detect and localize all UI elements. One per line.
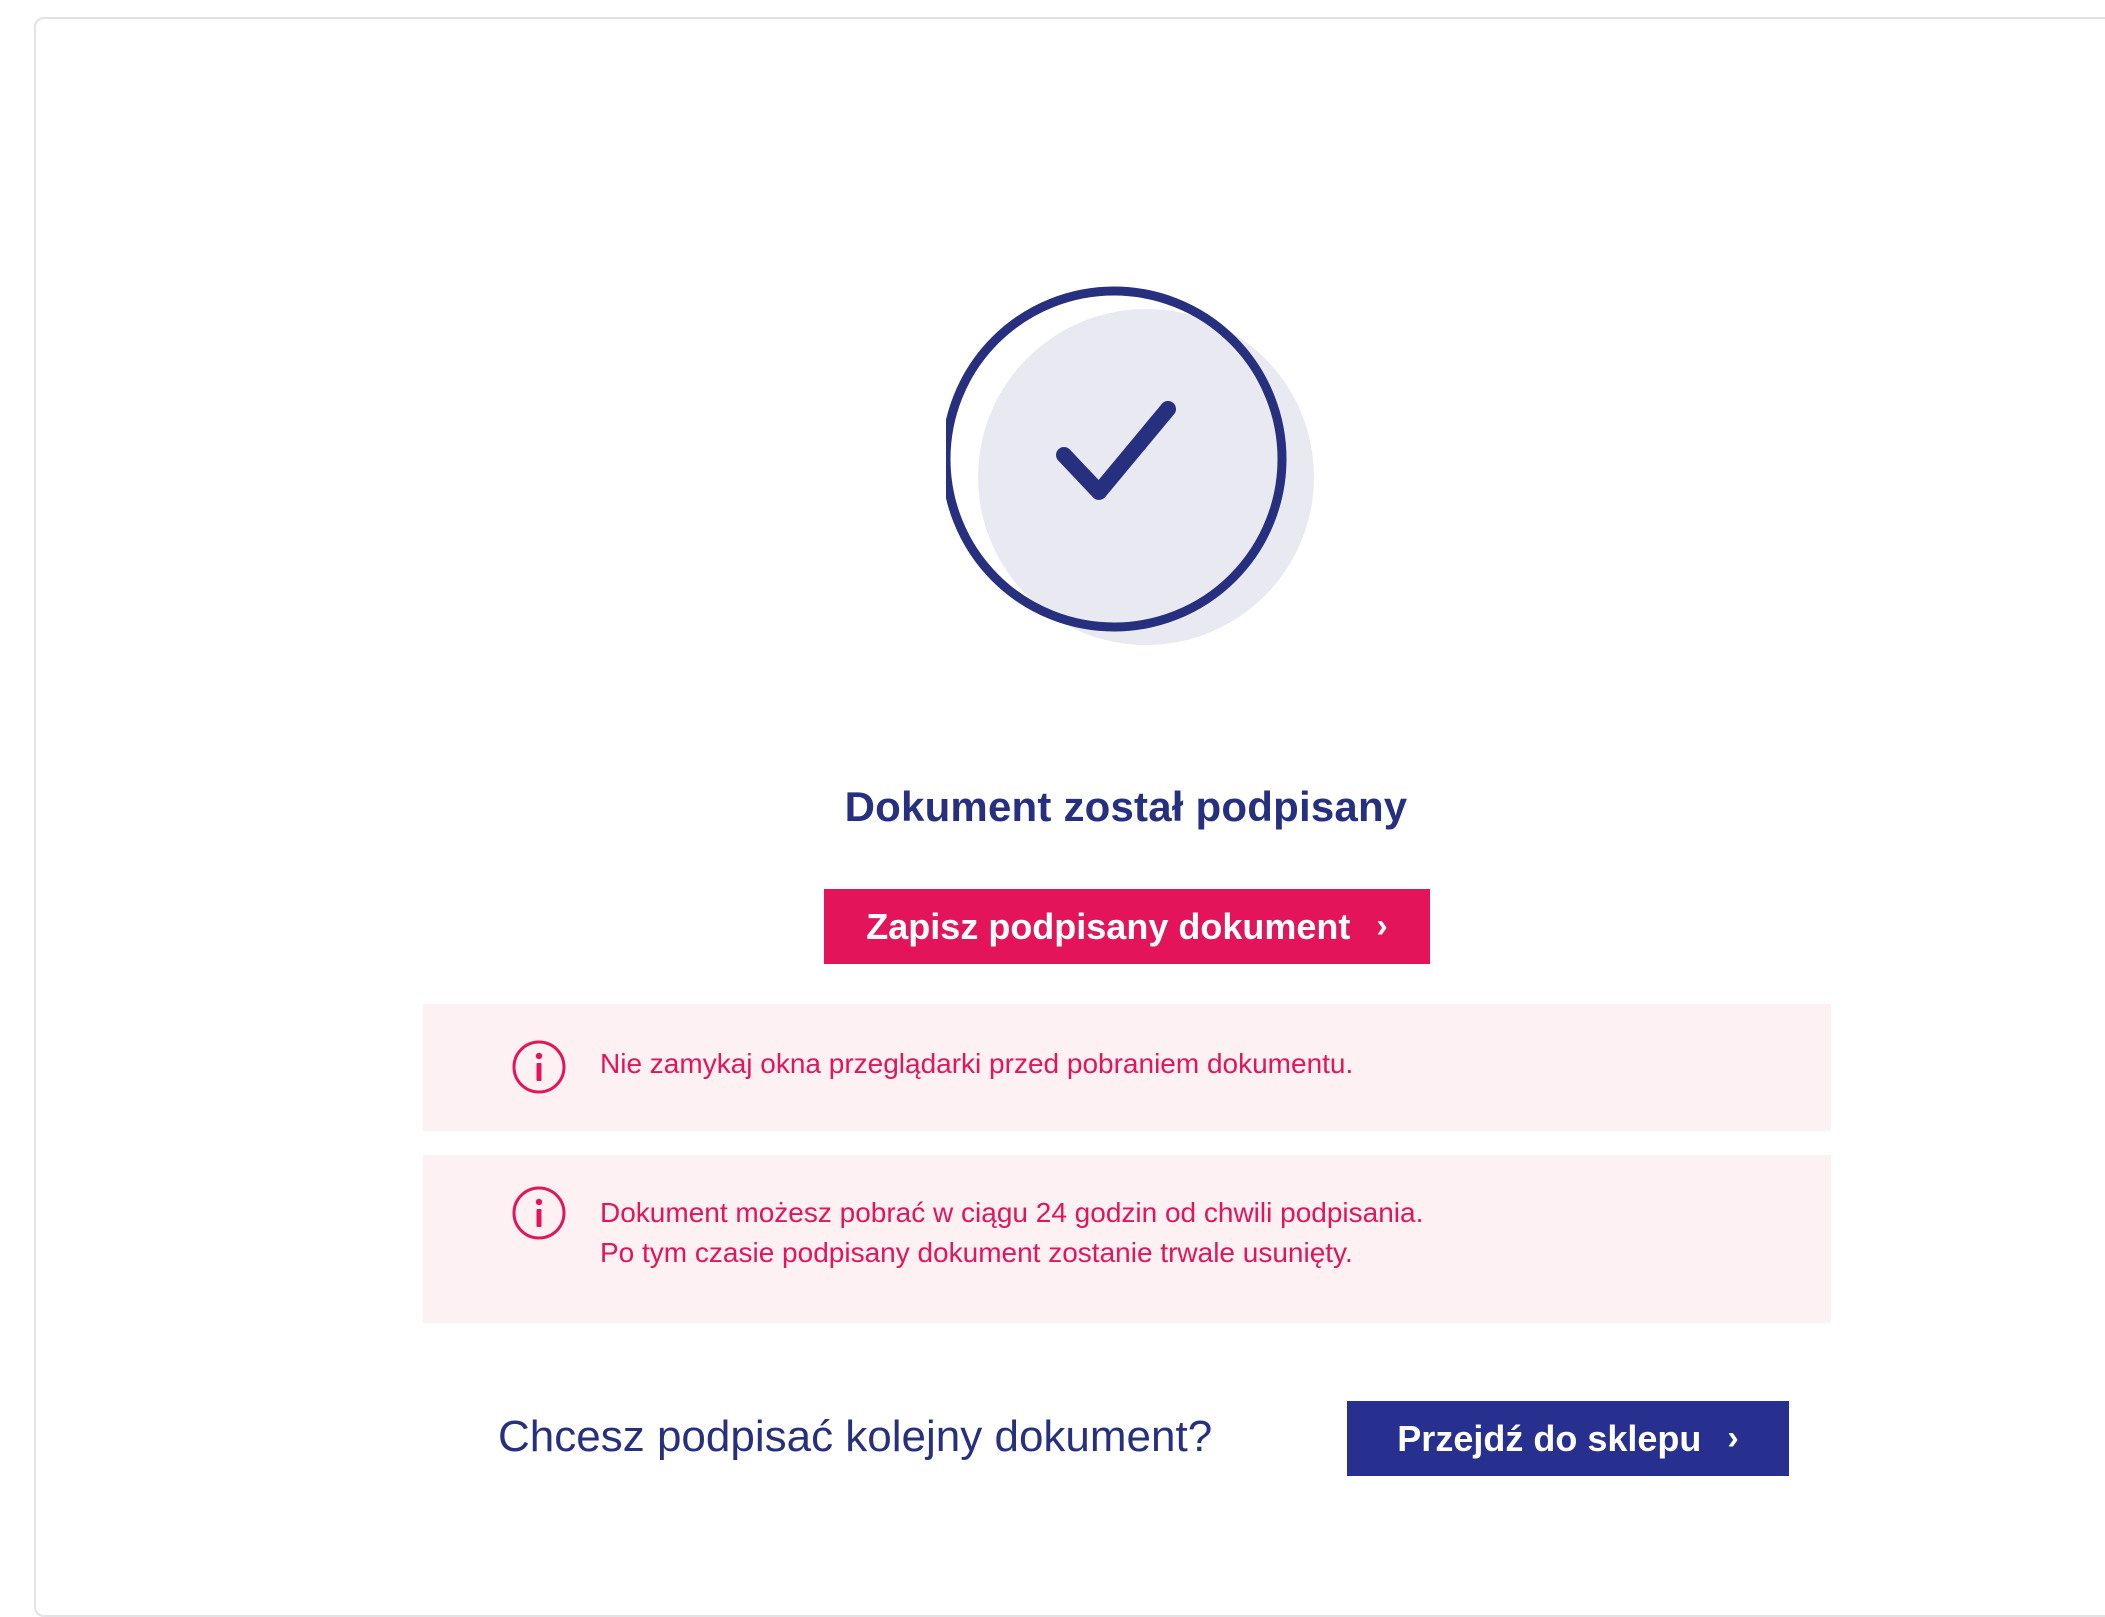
info-circle-icon	[512, 1040, 566, 1094]
go-to-shop-button[interactable]: Przejdź do sklepu ›	[1347, 1401, 1789, 1476]
info-circle-icon	[512, 1186, 566, 1240]
notice-text: Nie zamykaj okna przeglądarki przed pobr…	[600, 1044, 1353, 1084]
chevron-right-icon: ›	[1727, 1419, 1739, 1457]
notice-line: Po tym czasie podpisany dokument zostani…	[600, 1237, 1353, 1268]
shop-button-label: Przejdź do sklepu	[1397, 1417, 1702, 1459]
save-button-label: Zapisz podpisany dokument	[866, 905, 1351, 947]
notice-line: Dokument możesz pobrać w ciągu 24 godzin…	[600, 1197, 1424, 1228]
notice-line: Nie zamykaj okna przeglądarki przed pobr…	[600, 1048, 1354, 1079]
success-check-icon	[946, 286, 1314, 645]
chevron-right-icon: ›	[1376, 907, 1388, 945]
notice-text: Dokument możesz pobrać w ciągu 24 godzin…	[600, 1193, 1423, 1273]
save-signed-document-button[interactable]: Zapisz podpisany dokument ›	[824, 889, 1430, 964]
notice-box: Dokument możesz pobrać w ciągu 24 godzin…	[423, 1155, 1831, 1323]
next-document-prompt: Chcesz podpisać kolejny dokument?	[498, 1412, 1213, 1461]
notice-box: Nie zamykaj okna przeglądarki przed pobr…	[423, 1004, 1831, 1131]
page-title: Dokument został podpisany	[844, 783, 1408, 830]
confirmation-card: Dokument został podpisany Zapisz podpisa…	[34, 17, 2105, 1617]
